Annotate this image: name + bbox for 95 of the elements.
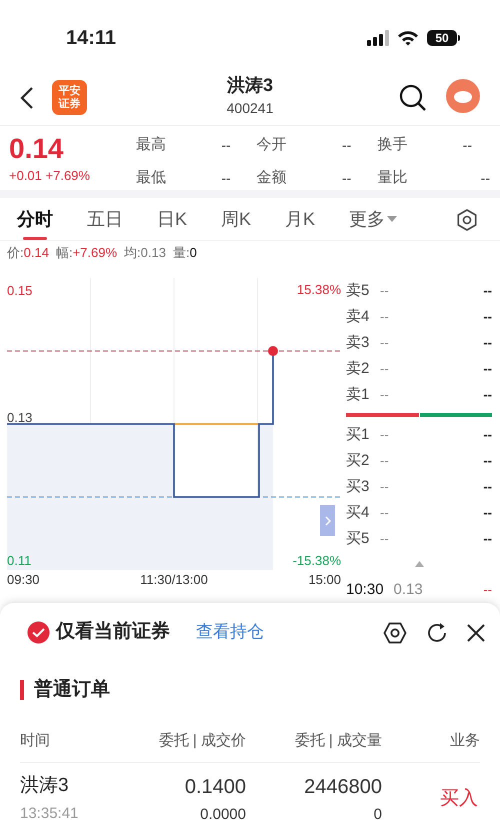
level-price: -- [380,452,390,470]
chart-tab[interactable]: 分时 [17,198,53,240]
price-change: +0.01 +7.69% [9,167,91,185]
level-label: 卖5 [346,280,370,301]
level-price: -- [380,386,390,404]
deal-price: 0.0000 [200,805,246,824]
deal-quantity: 0 [374,805,382,824]
level-volume: -- [483,504,492,522]
percent-label: 15.38% [296,281,341,299]
order-time: 13:35:41 [20,804,78,824]
filter-checkbox[interactable] [27,620,50,644]
tick-volume: -- [483,581,492,600]
level-label: 买1 [346,424,370,445]
expand-handle[interactable] [320,505,335,536]
wifi-icon [397,30,419,46]
level-volume: -- [483,452,492,470]
stat-label: 量比 [377,168,408,188]
tick-price: 0.13 [394,580,424,600]
order-side: 买入 [440,787,478,811]
level-volume: -- [483,426,492,444]
level-price: -- [380,308,390,326]
column-header: 业务 [450,731,480,751]
back-icon[interactable] [20,86,34,110]
app-logo: 平安 证券 [52,80,87,115]
axis-label: 11:30/13:00 [140,571,208,589]
stat-value: -- [480,169,490,188]
status-time: 14:11 [66,26,116,51]
avatar-icon[interactable] [446,79,480,113]
axis-label: 0.13 [7,409,32,427]
level-label: 卖3 [346,332,370,353]
stock-name: 洪涛3 [226,74,273,97]
search-icon[interactable] [399,84,427,112]
level-price: -- [380,478,390,496]
chart-tab[interactable]: 月K [285,198,316,240]
level-price: -- [380,282,390,300]
level-label: 卖2 [346,358,370,379]
level-price: -- [380,426,390,444]
level-volume: -- [483,334,492,352]
stock-code: 400241 [226,99,274,118]
order-quantity: 2446800 [304,775,382,800]
column-header: 时间 [20,731,50,751]
level-price: -- [380,360,390,378]
level-price: -- [380,530,390,548]
stat-value: -- [342,169,352,188]
percent-label: -15.38% [292,552,341,570]
level-price: -- [380,334,390,352]
column-header: 委托 | 成交价 [158,731,246,751]
tick-time: 10:30 [346,580,384,600]
level-label: 买3 [346,476,370,497]
chart-tab[interactable]: 更多 [349,198,398,240]
level-volume: -- [483,530,492,548]
order-price: 0.1400 [184,775,246,800]
level-label: 买2 [346,450,370,471]
axis-label: 15:00 [308,571,341,589]
level-volume: -- [483,360,492,378]
axis-label: 0.11 [7,552,32,570]
level-volume: -- [483,478,492,496]
level-label: 买5 [346,528,370,549]
chart-tab[interactable]: 五日 [87,198,123,240]
level-label: 卖4 [346,306,370,327]
level-label: 买4 [346,502,370,523]
settings-icon[interactable] [455,208,479,232]
level-price: -- [380,504,390,522]
close-icon[interactable] [467,624,485,642]
filter-label: 仅看当前证券 [56,620,170,644]
stat-value: -- [462,136,472,155]
quote-field: 价:0.14 [7,243,49,263]
stat-label: 今开 [256,135,287,156]
stat-value: -- [221,136,231,155]
axis-label: 0.15 [7,282,32,300]
section-title: 普通订单 [34,677,110,702]
stat-value: -- [342,136,352,155]
stat-value: -- [221,169,231,188]
column-header: 委托 | 成交量 [294,731,382,751]
quote-field: 幅:+7.69% [56,243,118,263]
signal-icon [367,30,389,46]
quote-field: 量:0 [172,243,197,263]
stat-label: 换手 [377,135,408,156]
holdings-link[interactable]: 查看持仓 [196,619,264,645]
level-volume: -- [483,386,492,404]
axis-label: 09:30 [7,571,40,589]
refresh-icon[interactable] [426,622,448,644]
chart-tab[interactable]: 周K [221,198,252,240]
level-volume: -- [483,308,492,326]
level-volume: -- [483,282,492,300]
battery-icon: 50 [427,30,460,46]
last-price: 0.14 [9,132,64,166]
order-name: 洪涛3 [20,774,69,798]
stat-label: 金额 [256,168,287,188]
stat-label: 最高 [136,135,166,156]
hexagon-settings-icon[interactable] [383,621,407,645]
chart-tab[interactable]: 日K [157,198,188,240]
stat-label: 最低 [136,168,166,188]
quote-field: 均:0.13 [124,243,166,263]
level-label: 卖1 [346,384,370,405]
